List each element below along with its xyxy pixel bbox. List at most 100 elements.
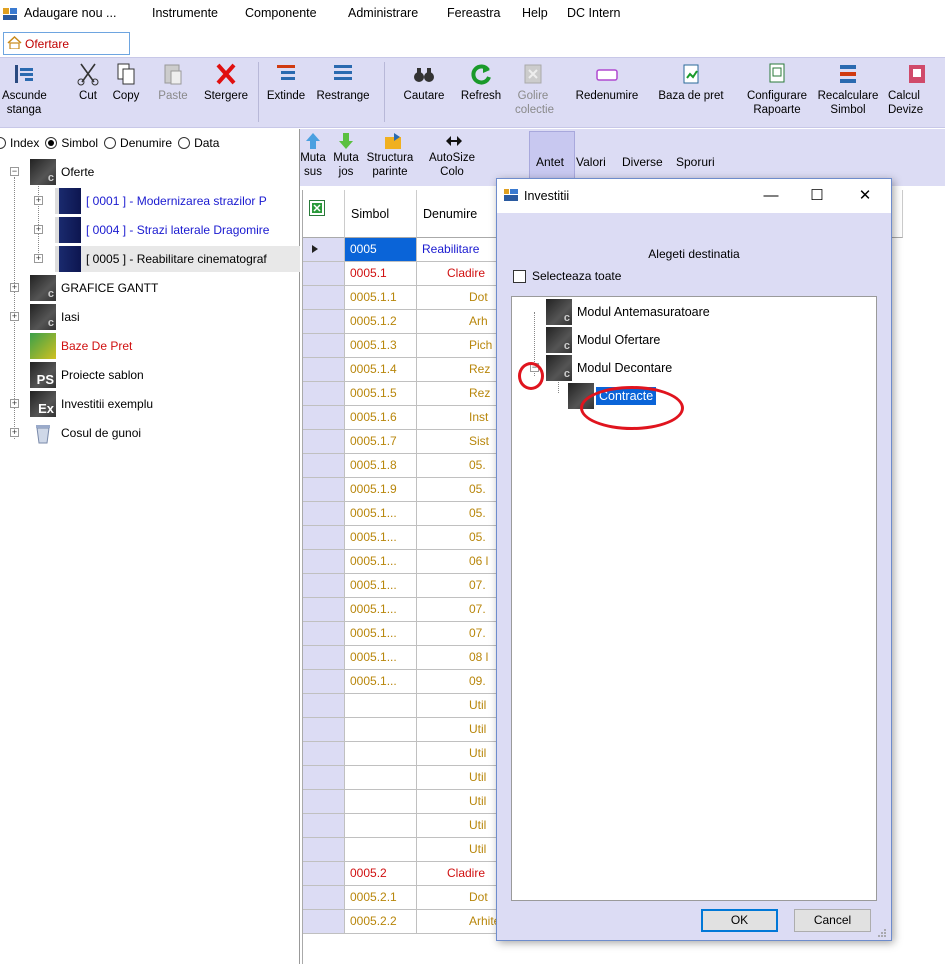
cell-simbol[interactable] (345, 790, 417, 814)
close-button[interactable]: ✕ (843, 179, 887, 213)
hide-left-button[interactable]: Ascunde stanga (2, 60, 47, 126)
row-selector[interactable] (303, 454, 345, 478)
column-header-simbol[interactable]: Simbol (345, 190, 417, 238)
cell-simbol[interactable]: 0005.1... (345, 502, 417, 526)
cell-simbol[interactable]: 0005.1... (345, 574, 417, 598)
price-base-button[interactable]: Baza de pret (645, 60, 737, 126)
expander-iasi[interactable]: + (10, 312, 19, 321)
expander-offer-0001[interactable]: + (34, 196, 43, 205)
row-selector[interactable] (303, 286, 345, 310)
cell-simbol[interactable]: 0005.1 (345, 262, 417, 286)
expander-grafice-gantt[interactable]: + (10, 283, 19, 292)
tree-node-proiecte-sablon[interactable]: PS Proiecte sablon (30, 362, 144, 388)
row-selector[interactable] (303, 910, 345, 934)
cell-simbol[interactable]: 0005.1.1 (345, 286, 417, 310)
autosize-columns-button[interactable]: AutoSize Colo (424, 132, 484, 179)
tree-node-investitii-exemplu[interactable]: Ex Investitii exemplu (30, 391, 153, 417)
menu-administrare[interactable]: Administrare (348, 6, 418, 20)
tree-node-offer-0001[interactable]: [ 0001 ] - Modernizarea strazilor P (55, 188, 267, 214)
cell-simbol[interactable]: 0005.1... (345, 670, 417, 694)
cancel-button[interactable]: Cancel (794, 909, 871, 932)
calc-estimates-button[interactable]: Calcul Devize (888, 60, 945, 126)
collapse-button[interactable]: Restrange (314, 60, 372, 126)
maximize-button[interactable]: ☐ (795, 179, 839, 213)
row-selector[interactable] (303, 406, 345, 430)
expander-investitii-exemplu[interactable]: + (10, 399, 19, 408)
row-selector[interactable] (303, 670, 345, 694)
dest-node-ofertare[interactable]: c Modul Ofertare (546, 327, 660, 353)
radio-index[interactable] (0, 137, 6, 149)
radio-denumire[interactable] (104, 137, 117, 149)
cell-simbol[interactable]: 0005.1... (345, 598, 417, 622)
tree-node-cosul-de-gunoi[interactable]: Cosul de gunoi (30, 420, 141, 446)
row-selector[interactable] (303, 262, 345, 286)
cut-button[interactable]: Cut (74, 60, 102, 126)
menu-adaugare[interactable]: Adaugare nou ... (24, 6, 116, 20)
row-selector[interactable] (303, 646, 345, 670)
cell-simbol[interactable]: 0005.1... (345, 646, 417, 670)
cell-simbol[interactable]: 0005.1.5 (345, 382, 417, 406)
row-selector[interactable] (303, 430, 345, 454)
tab-valori[interactable]: Valori (576, 155, 606, 169)
checkbox-box[interactable] (513, 269, 526, 283)
row-selector[interactable] (303, 382, 345, 406)
menu-componente[interactable]: Componente (245, 6, 317, 20)
cell-simbol[interactable]: 0005.1... (345, 550, 417, 574)
row-selector[interactable] (303, 574, 345, 598)
expand-button[interactable]: Extinde (264, 60, 308, 126)
tree-node-iasi[interactable]: c Iasi (30, 304, 80, 330)
export-excel-header[interactable] (303, 190, 345, 238)
cell-simbol[interactable]: 0005 (345, 238, 417, 262)
cell-simbol[interactable]: 0005.2.1 (345, 886, 417, 910)
tab-antet[interactable]: Antet (536, 155, 564, 169)
cell-simbol[interactable] (345, 694, 417, 718)
menu-instrumente[interactable]: Instrumente (152, 6, 218, 20)
expander-cosul-de-gunoi[interactable]: + (10, 428, 19, 437)
cell-simbol[interactable] (345, 838, 417, 862)
row-selector[interactable] (303, 886, 345, 910)
cell-simbol[interactable] (345, 814, 417, 838)
cell-simbol[interactable]: 0005.1.9 (345, 478, 417, 502)
row-selector[interactable] (303, 814, 345, 838)
cell-simbol[interactable]: 0005.1.6 (345, 406, 417, 430)
cell-simbol[interactable] (345, 742, 417, 766)
cell-simbol[interactable] (345, 766, 417, 790)
row-selector[interactable] (303, 838, 345, 862)
tree-node-oferte[interactable]: c Oferte (30, 159, 94, 185)
cell-simbol[interactable]: 0005.1.2 (345, 310, 417, 334)
clear-collection-button[interactable]: Golire colectie (515, 60, 554, 126)
tree-node-offer-0005[interactable]: [ 0005 ] - Reabilitare cinematograf (55, 246, 300, 272)
ok-button[interactable]: OK (701, 909, 778, 932)
cell-simbol[interactable]: 0005.1.4 (345, 358, 417, 382)
rename-button[interactable]: Redenumire (572, 60, 642, 126)
row-selector[interactable] (303, 622, 345, 646)
row-selector[interactable] (303, 718, 345, 742)
cell-simbol[interactable]: 0005.1.8 (345, 454, 417, 478)
delete-button[interactable]: Stergere (198, 60, 254, 126)
menu-help[interactable]: Help (522, 6, 548, 20)
row-selector[interactable] (303, 550, 345, 574)
row-selector[interactable] (303, 742, 345, 766)
row-selector[interactable] (303, 862, 345, 886)
select-all-checkbox[interactable]: Selecteaza toate (513, 269, 621, 283)
row-selector[interactable] (303, 526, 345, 550)
search-button[interactable]: Cautare (396, 60, 452, 126)
parent-structure-button[interactable]: Structura parinte (362, 132, 424, 179)
row-selector[interactable] (303, 598, 345, 622)
radio-data[interactable] (178, 137, 191, 149)
cell-simbol[interactable]: 0005.1.3 (345, 334, 417, 358)
document-tab-ofertare[interactable]: Ofertare (3, 32, 130, 55)
cell-simbol[interactable]: 0005.1... (345, 622, 417, 646)
menu-dc-intern[interactable]: DC Intern (567, 6, 621, 20)
cell-simbol[interactable]: 0005.1... (345, 526, 417, 550)
copy-button[interactable]: Copy (108, 60, 144, 126)
row-selector[interactable] (303, 238, 345, 262)
cell-simbol[interactable]: 0005.1.7 (345, 430, 417, 454)
refresh-button[interactable]: Refresh (456, 60, 506, 126)
resize-grip-icon[interactable] (877, 927, 887, 937)
menu-fereastra[interactable]: Fereastra (447, 6, 501, 20)
row-selector[interactable] (303, 358, 345, 382)
expander-offer-0005[interactable]: + (34, 254, 43, 263)
row-selector[interactable] (303, 478, 345, 502)
row-selector[interactable] (303, 310, 345, 334)
